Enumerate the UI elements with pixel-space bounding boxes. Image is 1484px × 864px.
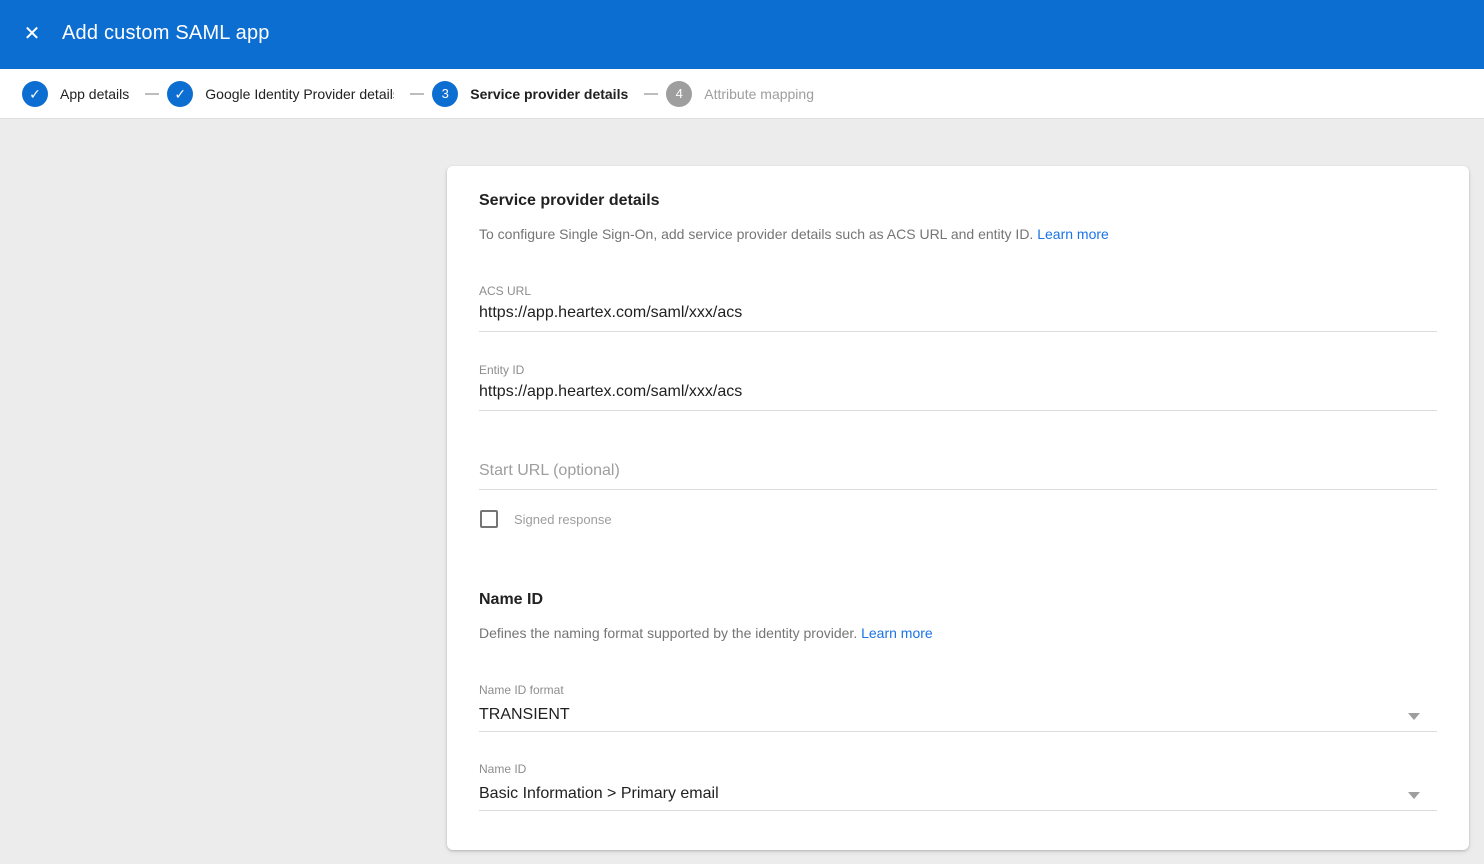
step-label: Service provider details	[470, 86, 628, 102]
signed-response-checkbox[interactable]	[480, 510, 498, 528]
section-title-service-provider-details: Service provider details	[479, 192, 660, 210]
start-url-input[interactable]	[479, 460, 1437, 490]
stepper: ✓ App details ✓ Google Identity Provider…	[0, 69, 1484, 119]
step-app-details[interactable]: ✓ App details	[22, 81, 129, 107]
section-description: To configure Single Sign-On, add service…	[479, 226, 1109, 242]
section-title-name-id: Name ID	[479, 591, 543, 609]
step-label: Attribute mapping	[704, 86, 814, 102]
acs-url-input[interactable]	[479, 302, 1437, 332]
description-text: To configure Single Sign-On, add service…	[479, 226, 1033, 242]
learn-more-link[interactable]: Learn more	[861, 625, 933, 641]
step-separator	[644, 93, 658, 95]
check-icon: ✓	[29, 87, 41, 101]
name-id-format-label: Name ID format	[479, 683, 564, 697]
step-google-idp-details[interactable]: ✓ Google Identity Provider details	[167, 81, 394, 107]
learn-more-link[interactable]: Learn more	[1037, 226, 1109, 242]
step-number-circle: 4	[666, 81, 692, 107]
field-underline	[479, 810, 1437, 811]
dialog-title: Add custom SAML app	[62, 22, 270, 45]
name-id-format-select[interactable]: TRANSIENT	[479, 706, 1437, 746]
close-icon[interactable]: ✕	[18, 20, 46, 48]
step-separator	[145, 93, 159, 95]
name-id-value: Basic Information > Primary email	[479, 785, 719, 803]
dropdown-arrow-icon	[1408, 792, 1420, 799]
check-icon: ✓	[174, 87, 186, 101]
dialog-header: ✕ Add custom SAML app	[0, 0, 1484, 69]
step-number-circle: 3	[432, 81, 458, 107]
step-label: Google Identity Provider details	[205, 86, 394, 102]
field-underline	[479, 731, 1437, 732]
name-id-format-value: TRANSIENT	[479, 706, 570, 724]
step-completed-circle: ✓	[167, 81, 193, 107]
acs-url-label: ACS URL	[479, 284, 531, 298]
dropdown-arrow-icon	[1408, 713, 1420, 720]
name-id-select[interactable]: Basic Information > Primary email	[479, 785, 1437, 825]
step-attribute-mapping[interactable]: 4 Attribute mapping	[666, 81, 814, 107]
step-separator	[410, 93, 424, 95]
entity-id-input[interactable]	[479, 381, 1437, 411]
step-completed-circle: ✓	[22, 81, 48, 107]
name-id-label: Name ID	[479, 762, 526, 776]
description-text: Defines the naming format supported by t…	[479, 625, 857, 641]
entity-id-label: Entity ID	[479, 363, 524, 377]
step-label: App details	[60, 86, 129, 102]
section-description: Defines the naming format supported by t…	[479, 625, 933, 641]
step-service-provider-details[interactable]: 3 Service provider details	[432, 81, 628, 107]
signed-response-label: Signed response	[514, 512, 612, 527]
service-provider-details-panel: Service provider details To configure Si…	[447, 166, 1469, 850]
